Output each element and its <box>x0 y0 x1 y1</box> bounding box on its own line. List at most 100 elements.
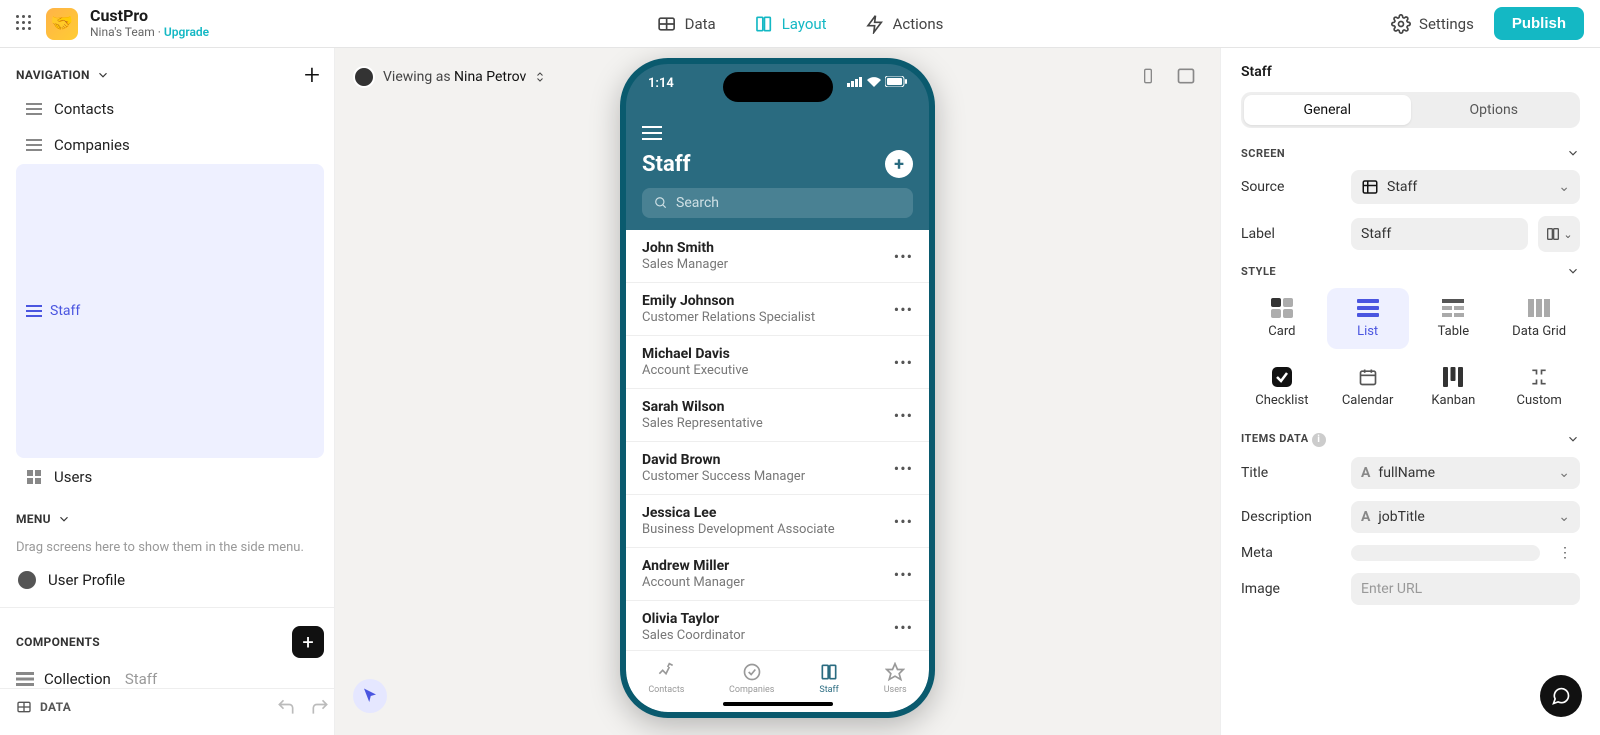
phone-preview: 1:14 Staff + <box>620 58 935 718</box>
phone-tab-staff[interactable]: Staff <box>819 662 839 695</box>
add-component-button[interactable]: + <box>292 626 324 658</box>
navigation-header[interactable]: NAVIGATION <box>16 68 324 82</box>
app-subtitle: Nina's Team · Upgrade <box>90 26 209 40</box>
phone-search-input[interactable]: Search <box>642 188 913 218</box>
tab-layout[interactable]: Layout <box>750 8 831 40</box>
user-profile-item[interactable]: User Profile <box>16 565 324 595</box>
list-item[interactable]: Emily JohnsonCustomer Relations Speciali… <box>626 283 929 336</box>
group-screen[interactable]: SCREEN <box>1241 146 1580 160</box>
tab-options[interactable]: Options <box>1411 95 1578 125</box>
phone-tab-companies[interactable]: Companies <box>729 662 774 695</box>
tab-actions[interactable]: Actions <box>861 8 948 40</box>
icon-picker-button[interactable]: ⌄ <box>1538 216 1580 252</box>
list-item[interactable]: Jessica LeeBusiness Development Associat… <box>626 495 929 548</box>
menu-hint: Drag screens here to show them in the si… <box>16 540 324 555</box>
source-select[interactable]: Staff⌄ <box>1351 170 1580 204</box>
add-screen-button[interactable]: + <box>304 58 320 91</box>
style-checklist[interactable]: Checklist <box>1241 357 1323 418</box>
style-list[interactable]: List <box>1327 288 1409 349</box>
search-icon <box>654 196 668 210</box>
style-data-grid[interactable]: Data Grid <box>1498 288 1580 349</box>
style-grid: CardListTableData Grid ChecklistCalendarK… <box>1241 288 1580 418</box>
label-input[interactable]: Staff <box>1351 218 1528 250</box>
phone-tab-users[interactable]: Users <box>884 662 907 695</box>
list-item[interactable]: Andrew MillerAccount Manager••• <box>626 548 929 601</box>
nav-staff[interactable]: Staff <box>16 164 324 458</box>
list-item[interactable]: Sarah WilsonSales Representative••• <box>626 389 929 442</box>
undo-button[interactable] <box>276 697 296 717</box>
component-collection[interactable]: Collection Staff <box>16 670 324 688</box>
data-drawer-button[interactable]: DATA <box>16 699 71 715</box>
drag-handle-icon[interactable] <box>16 15 34 33</box>
menu-header[interactable]: MENU <box>16 512 324 526</box>
nav-companies[interactable]: Companies <box>16 128 324 162</box>
app-icon: 🤝 <box>46 8 78 40</box>
list-icon <box>16 672 34 686</box>
device-phone-button[interactable] <box>1134 62 1162 90</box>
publish-button[interactable]: Publish <box>1494 7 1584 40</box>
meta-select[interactable] <box>1351 545 1540 561</box>
chevron-updown-icon <box>534 71 546 83</box>
label-label: Label <box>1241 226 1341 242</box>
list-item[interactable]: John SmithSales Manager••• <box>626 230 929 283</box>
chevron-down-icon <box>57 512 71 526</box>
tab-general[interactable]: General <box>1244 95 1411 125</box>
status-time: 1:14 <box>648 76 674 91</box>
help-chat-button[interactable] <box>1540 675 1582 717</box>
meta-more-button[interactable]: ⋮ <box>1550 545 1580 561</box>
more-icon[interactable]: ••• <box>894 300 913 319</box>
more-icon[interactable]: ••• <box>894 618 913 637</box>
label-image: Image <box>1241 581 1341 597</box>
grid-icon <box>26 469 42 485</box>
nav-users[interactable]: Users <box>16 460 324 494</box>
chevron-down-icon <box>96 68 110 82</box>
list-icon <box>26 303 42 319</box>
title-select[interactable]: AfullName⌄ <box>1351 457 1580 489</box>
viewing-as[interactable]: Viewing as Nina Petrov <box>353 66 546 88</box>
info-icon[interactable]: i <box>1312 433 1326 447</box>
more-icon[interactable]: ••• <box>894 353 913 372</box>
upgrade-link[interactable]: Upgrade <box>164 25 209 39</box>
list-icon <box>26 101 42 117</box>
list-item[interactable]: Michael DavisAccount Executive••• <box>626 336 929 389</box>
style-custom[interactable]: Custom <box>1498 357 1580 418</box>
list-item[interactable]: David BrownCustomer Success Manager••• <box>626 442 929 495</box>
redo-button[interactable] <box>310 697 330 717</box>
avatar-icon <box>353 66 375 88</box>
phone-list[interactable]: John SmithSales Manager•••Emily JohnsonC… <box>626 230 929 650</box>
more-icon[interactable]: ••• <box>894 247 913 266</box>
style-calendar[interactable]: Calendar <box>1327 357 1409 418</box>
style-table[interactable]: Table <box>1413 288 1495 349</box>
phone-add-button[interactable]: + <box>885 150 913 178</box>
hamburger-icon[interactable] <box>642 126 662 140</box>
more-icon[interactable]: ••• <box>894 406 913 425</box>
label-meta: Meta <box>1241 545 1341 561</box>
phone-tab-contacts[interactable]: Contacts <box>648 662 684 695</box>
tab-data[interactable]: Data <box>653 8 720 40</box>
cursor-tool[interactable] <box>353 679 387 713</box>
home-indicator <box>723 702 833 706</box>
inspector-panel: Staff General Options SCREEN Source Staf… <box>1220 48 1600 735</box>
chevron-down-icon <box>1566 264 1580 278</box>
table-icon <box>1361 178 1379 196</box>
settings-button[interactable]: Settings <box>1391 14 1474 34</box>
list-item[interactable]: Olivia TaylorSales Coordinator••• <box>626 601 929 650</box>
top-bar: 🤝 CustPro Nina's Team · Upgrade Data Lay… <box>0 0 1600 48</box>
left-panel: NAVIGATION + Contacts Companies Staff Us… <box>0 48 335 735</box>
image-url-input[interactable]: Enter URL <box>1351 573 1580 605</box>
label-description: Description <box>1241 509 1341 525</box>
style-kanban[interactable]: Kanban <box>1413 357 1495 418</box>
dynamic-island <box>723 72 833 102</box>
group-style[interactable]: STYLE <box>1241 264 1580 278</box>
label-source: Source <box>1241 179 1341 195</box>
chevron-down-icon <box>1566 146 1580 160</box>
style-card[interactable]: Card <box>1241 288 1323 349</box>
inspector-tabs: General Options <box>1241 92 1580 128</box>
description-select[interactable]: AjobTitle⌄ <box>1351 501 1580 533</box>
group-items-data[interactable]: ITEMS DATA i <box>1241 432 1580 447</box>
more-icon[interactable]: ••• <box>894 512 913 531</box>
nav-contacts[interactable]: Contacts <box>16 92 324 126</box>
device-tablet-button[interactable] <box>1172 62 1200 90</box>
more-icon[interactable]: ••• <box>894 565 913 584</box>
more-icon[interactable]: ••• <box>894 459 913 478</box>
